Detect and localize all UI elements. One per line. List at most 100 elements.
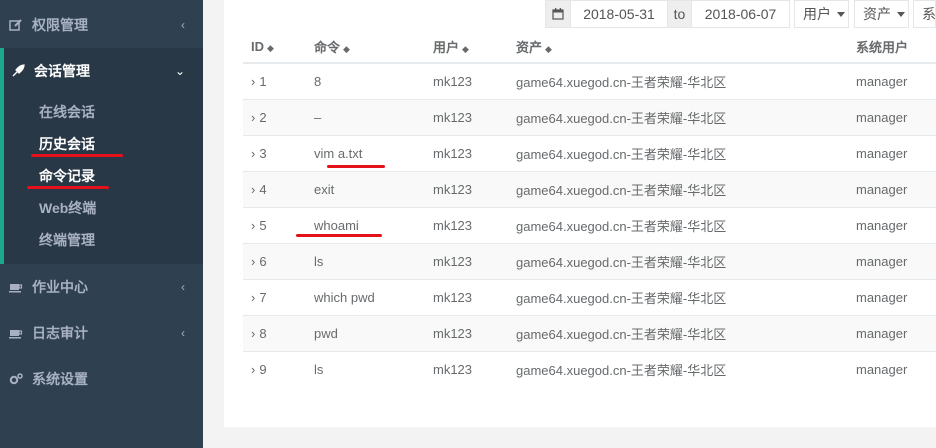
cell-user: mk123 [425,99,508,136]
system-user-select[interactable]: 系统 [913,0,936,28]
chevron-left-icon: ‹ [181,18,185,32]
user-select-label: 用户 [803,6,831,22]
table-row[interactable]: › 9 ls mk123 game64.xuegod.cn-王者荣耀-华北区 ma… [243,351,936,387]
command-table: ID ◆ 命令 ◆ 用户 ◆ 资产 ◆ 系统用户 › 1 8 mk123 game64.x… [243,30,936,387]
header-label: 系统用户 [856,39,909,55]
cell-system-user: manager [848,62,936,100]
cell-asset: game64.xuegod.cn-王者荣耀-华北区 [508,243,848,280]
chevron-right-icon[interactable]: › [251,182,255,197]
red-underline-annotation [327,165,385,168]
column-header-system-user[interactable]: 系统用户 [848,30,936,64]
cell-user: mk123 [425,171,508,208]
cell-system-user: manager [848,135,936,172]
rocket-icon [10,64,26,78]
cell-user: mk123 [425,243,508,280]
cell-id: › 7 [243,279,306,316]
table-row[interactable]: › 6 ls mk123 game64.xuegod.cn-王者荣耀-华北区 ma… [243,243,936,280]
chevron-right-icon[interactable]: › [251,218,255,233]
chevron-down-icon: ⌄ [174,64,185,78]
table-row[interactable]: › 5 whoami mk123 game64.xuegod.cn-王者荣耀-华北… [243,207,936,244]
red-underline-annotation [27,186,109,189]
cell-command: whoami [306,207,425,244]
date-range-separator: to [667,0,692,28]
sidebar-item-label: 系统设置 [32,371,88,387]
cell-asset: game64.xuegod.cn-王者荣耀-华北区 [508,99,848,136]
cell-command: – [306,99,425,136]
date-to-input[interactable]: 2018-06-07 [691,0,790,28]
cell-command: ls [306,351,425,387]
cell-id: › 6 [243,243,306,280]
cell-user: mk123 [425,62,508,100]
id-value: 8 [259,326,267,341]
submenu-command-records[interactable]: 命令记录 [39,166,95,186]
header-label: 资产 [516,39,543,55]
cell-system-user: manager [848,99,936,136]
edit-icon [8,18,24,32]
chevron-right-icon[interactable]: › [251,146,255,161]
chevron-right-icon[interactable]: › [251,290,255,305]
chevron-left-icon: ‹ [181,326,185,340]
submenu-web-terminal[interactable]: Web终端 [39,198,96,218]
submenu-online-sessions[interactable]: 在线会话 [39,102,95,122]
chevron-right-icon[interactable]: › [251,326,255,341]
id-value: 4 [259,182,267,197]
cell-command: pwd [306,315,425,352]
cell-id: › 4 [243,171,306,208]
chevron-right-icon[interactable]: › [251,254,255,269]
id-value: 9 [259,362,267,377]
sidebar-item-permissions[interactable]: 权限管理 ‹ [0,2,203,48]
column-header-id[interactable]: ID ◆ [243,30,306,64]
cell-user: mk123 [425,135,508,172]
sidebar-item-sessions[interactable]: 会话管理 ⌄ [0,48,203,94]
red-underline-annotation [31,154,123,157]
cell-id: › 2 [243,99,306,136]
id-value: 7 [259,290,267,305]
sidebar-item-label: 日志审计 [32,325,88,341]
id-value: 2 [259,110,267,125]
sort-icon: ◆ [545,43,552,54]
cell-id: › 8 [243,315,306,352]
header-label: 用户 [433,39,460,55]
asset-select[interactable]: 资产 [854,0,909,28]
sort-icon: ◆ [343,43,350,54]
table-row[interactable]: › 7 which pwd mk123 game64.xuegod.cn-王者荣耀… [243,279,936,316]
chevron-right-icon[interactable]: › [251,74,255,89]
column-header-asset[interactable]: 资产 ◆ [508,30,848,64]
id-value: 5 [259,218,267,233]
chevron-left-icon: ‹ [181,280,185,294]
table-row[interactable]: › 4 exit mk123 game64.xuegod.cn-王者荣耀-华北区 … [243,171,936,208]
cell-asset: game64.xuegod.cn-王者荣耀-华北区 [508,135,848,172]
table-row[interactable]: › 1 8 mk123 game64.xuegod.cn-王者荣耀-华北区 man… [243,62,936,100]
sidebar-item-jobs[interactable]: 作业中心 ‹ [0,264,203,310]
cell-user: mk123 [425,351,508,387]
cell-system-user: manager [848,351,936,387]
cell-user: mk123 [425,207,508,244]
user-select[interactable]: 用户 [794,0,849,28]
cell-asset: game64.xuegod.cn-王者荣耀-华北区 [508,351,848,387]
cell-command: ls [306,243,425,280]
sidebar-item-label: 会话管理 [34,63,90,79]
system-user-select-label: 系统 [922,6,936,22]
submenu-terminal-management[interactable]: 终端管理 [39,230,95,250]
command-records-panel: 2018-05-31 to 2018-06-07 用户 资产 系统 ID◆ 命令… [224,0,936,427]
column-header-user[interactable]: 用户 ◆ [425,30,508,64]
cell-system-user: manager [848,171,936,208]
table-row[interactable]: › 8 pwd mk123 game64.xuegod.cn-王者荣耀-华北区 m… [243,315,936,352]
cell-asset: game64.xuegod.cn-王者荣耀-华北区 [508,279,848,316]
date-from-input[interactable]: 2018-05-31 [570,0,668,28]
header-label: 命令 [314,39,341,55]
submenu-history-sessions[interactable]: 历史会话 [39,134,95,154]
column-header-command[interactable]: 命令 ◆ [306,30,425,64]
cell-asset: game64.xuegod.cn-王者荣耀-华北区 [508,207,848,244]
red-underline-annotation [296,234,382,237]
sidebar-item-audit-logs[interactable]: 日志审计 ‹ [0,310,203,356]
id-value: 1 [259,74,267,89]
chevron-right-icon[interactable]: › [251,362,255,377]
sidebar-item-system-settings[interactable]: 系统设置 [0,356,203,402]
cell-command: 8 [306,62,425,100]
chevron-right-icon[interactable]: › [251,110,255,125]
sort-icon: ◆ [462,43,469,54]
cell-asset: game64.xuegod.cn-王者荣耀-华北区 [508,62,848,100]
cell-system-user: manager [848,243,936,280]
table-row[interactable]: › 2 – mk123 game64.xuegod.cn-王者荣耀-华北区 man… [243,99,936,136]
